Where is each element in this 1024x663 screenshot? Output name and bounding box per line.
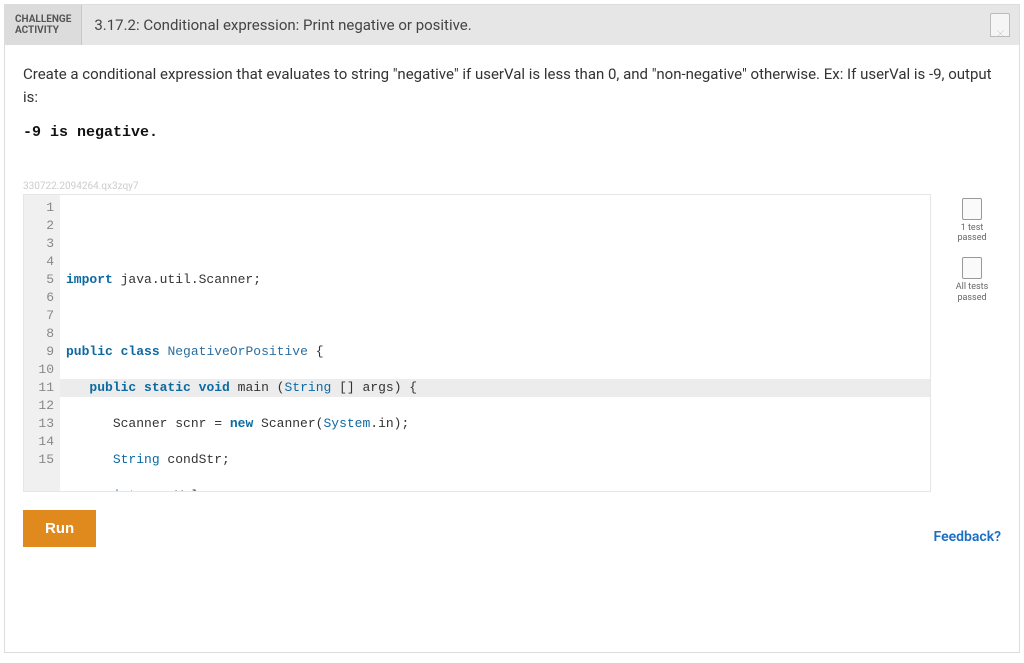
bookmark-icon — [990, 13, 1010, 37]
checkbox-icon — [962, 198, 982, 220]
instructions-text: Create a conditional expression that eva… — [23, 63, 1001, 110]
editor-row: 1 2 3 4 5 6 7 8 9 10 11 12 13 14 15 impo… — [23, 194, 1001, 492]
status-label: passed — [957, 233, 986, 243]
code-area[interactable]: import java.util.Scanner; public class N… — [60, 195, 930, 491]
activity-content: Create a conditional expression that eva… — [5, 45, 1019, 652]
run-button[interactable]: Run — [23, 510, 96, 547]
status-label: All tests — [956, 282, 988, 292]
line-gutter: 1 2 3 4 5 6 7 8 9 10 11 12 13 14 15 — [24, 195, 60, 491]
status-all-tests: All tests passed — [956, 257, 988, 303]
activity-title: 3.17.2: Conditional expression: Print ne… — [82, 5, 989, 45]
test-status-column: 1 test passed All tests passed — [943, 194, 1001, 303]
code-text: import java.util.Scanner; public class N… — [66, 253, 924, 492]
checkbox-icon — [962, 257, 982, 279]
status-one-test: 1 test passed — [957, 198, 986, 244]
bookmark-button[interactable] — [989, 5, 1019, 45]
badge-line-2: ACTIVITY — [15, 25, 71, 37]
activity-header: CHALLENGE ACTIVITY 3.17.2: Conditional e… — [5, 5, 1019, 45]
badge-line-1: CHALLENGE — [15, 14, 71, 26]
feedback-link[interactable]: Feedback? — [934, 529, 1001, 547]
example-output: -9 is negative. — [23, 124, 1001, 141]
challenge-badge: CHALLENGE ACTIVITY — [5, 5, 82, 45]
status-label: passed — [957, 293, 986, 303]
watermark-text: 330722.2094264.qx3zqy7 — [23, 181, 1001, 192]
activity-container: CHALLENGE ACTIVITY 3.17.2: Conditional e… — [4, 4, 1020, 653]
status-label: 1 test — [961, 223, 984, 233]
footer-row: Run Feedback? — [23, 510, 1001, 547]
code-editor[interactable]: 1 2 3 4 5 6 7 8 9 10 11 12 13 14 15 impo… — [23, 194, 931, 492]
